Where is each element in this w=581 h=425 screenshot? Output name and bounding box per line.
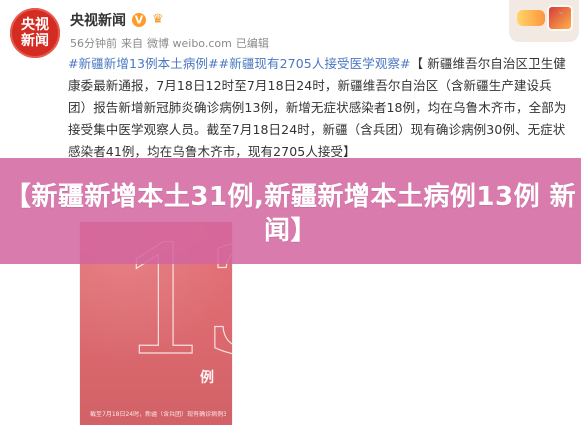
post-source[interactable]: 微博 weibo.com xyxy=(147,35,232,51)
banner-title: 【新疆新增本土31例,新疆新增本土病例13例 新闻】 xyxy=(4,182,577,246)
avatar[interactable]: 央视新闻 xyxy=(10,8,60,58)
post-body-close: 】 xyxy=(343,144,356,159)
headline-banner: 【新疆新增本土31例,新疆新增本土病例13例 新闻】 xyxy=(0,158,581,264)
weibo-post-screenshot: 央视新闻 央视新闻 V ♛ 56分钟前 来自 微博 weibo.com 已编辑 … xyxy=(0,0,581,425)
image-unit: 例 xyxy=(200,370,214,386)
author-row: 央视新闻 V ♛ xyxy=(70,10,164,30)
promo-badge[interactable] xyxy=(509,0,579,42)
post-body-text: 【 新疆维吾尔自治区卫生健康委最新通报，7月18日12时至7月18日24时，新疆… xyxy=(68,56,567,159)
post-time: 56分钟前 xyxy=(70,37,117,50)
verified-badge-icon: V xyxy=(132,13,146,27)
post-body: #新疆新增13例本土病例##新疆现有2705人接受医学观察#【 新疆维吾尔自治区… xyxy=(68,53,570,163)
avatar-label: 央视新闻 xyxy=(21,17,49,49)
post-edited-label[interactable]: 已编辑 xyxy=(236,35,269,51)
image-footer-text: 截至7月18日24时，新疆（含兵团）现有确诊病例30例、无症状感染者41例 xyxy=(90,411,226,418)
hashtag-link-2[interactable]: #新疆现有2705人接受医学观察# xyxy=(219,56,411,71)
author-name[interactable]: 央视新闻 xyxy=(70,10,126,30)
vip-crown-icon: ♛ xyxy=(152,11,164,27)
post-source-prefix: 来自 xyxy=(121,37,143,50)
more-icon[interactable]: ⌄ xyxy=(557,7,569,17)
verified-badge-label: V xyxy=(134,13,144,26)
post-meta: 56分钟前 来自 微博 weibo.com 已编辑 xyxy=(70,35,269,51)
hashtag-link-1[interactable]: #新疆新增13例本土病例# xyxy=(68,56,219,71)
